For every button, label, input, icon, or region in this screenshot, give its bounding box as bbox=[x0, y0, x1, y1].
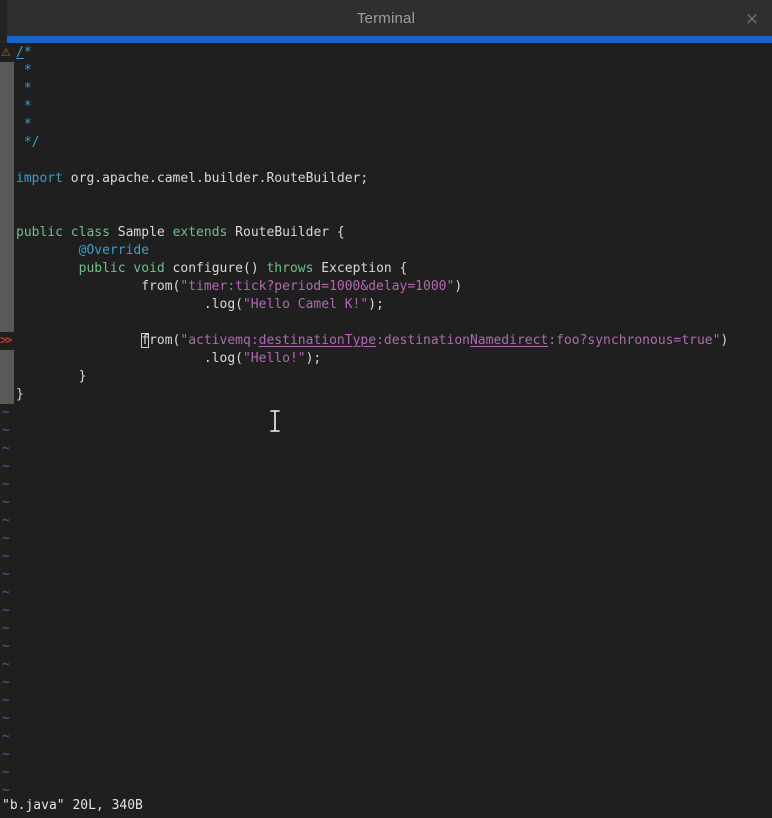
code-line[interactable]: ⚠/* bbox=[0, 44, 772, 62]
code-area[interactable]: ⚠/* * * * * */ import org.apache.camel.bu… bbox=[0, 44, 772, 404]
code-line[interactable]: from("timer:tick?period=1000&delay=1000"… bbox=[0, 278, 772, 296]
tilde-marker: ~ bbox=[0, 674, 772, 692]
sign-column bbox=[0, 260, 14, 278]
code-text: } bbox=[14, 386, 24, 404]
sign-column bbox=[0, 296, 14, 314]
sign-column bbox=[0, 98, 14, 116]
warning-sign-icon: ⚠ bbox=[0, 44, 14, 62]
code-text bbox=[14, 314, 16, 332]
code-line[interactable]: .log("Hello!"); bbox=[0, 350, 772, 368]
code-line[interactable]: public void configure() throws Exception… bbox=[0, 260, 772, 278]
vim-editor[interactable]: ⚠/* * * * * */ import org.apache.camel.bu… bbox=[0, 43, 772, 818]
code-text: * bbox=[14, 62, 32, 80]
tilde-marker: ~ bbox=[0, 692, 772, 710]
code-text bbox=[14, 206, 16, 224]
code-text bbox=[14, 188, 16, 206]
titlebar-accent-line bbox=[0, 36, 772, 43]
code-line[interactable]: >> from("activemq:destinationType:destin… bbox=[0, 332, 772, 350]
sign-column bbox=[0, 386, 14, 404]
tilde-marker: ~ bbox=[0, 746, 772, 764]
vim-cursor: f bbox=[141, 333, 149, 348]
tilde-marker: ~ bbox=[0, 476, 772, 494]
tilde-marker: ~ bbox=[0, 422, 772, 440]
sign-column bbox=[0, 170, 14, 188]
code-line[interactable]: */ bbox=[0, 134, 772, 152]
sign-column bbox=[0, 116, 14, 134]
code-text: * bbox=[14, 98, 32, 116]
error-sign-icon: >> bbox=[0, 332, 14, 350]
tilde-marker: ~ bbox=[0, 710, 772, 728]
code-line[interactable] bbox=[0, 188, 772, 206]
sign-column bbox=[0, 152, 14, 170]
tilde-marker: ~ bbox=[0, 728, 772, 746]
code-line[interactable] bbox=[0, 152, 772, 170]
code-text: /* bbox=[14, 44, 32, 62]
sign-column bbox=[0, 314, 14, 332]
code-line[interactable]: } bbox=[0, 386, 772, 404]
tilde-marker: ~ bbox=[0, 440, 772, 458]
code-text: .log("Hello Camel K!"); bbox=[14, 296, 384, 314]
vim-statusline: "b.java" 20L, 340B bbox=[2, 797, 143, 815]
code-text: from("activemq:destinationType:destinati… bbox=[14, 332, 728, 350]
tilde-marker: ~ bbox=[0, 584, 772, 602]
sign-column bbox=[0, 134, 14, 152]
tilde-marker: ~ bbox=[0, 602, 772, 620]
tilde-marker: ~ bbox=[0, 458, 772, 476]
code-line[interactable]: .log("Hello Camel K!"); bbox=[0, 296, 772, 314]
code-text: } bbox=[14, 368, 86, 386]
code-line[interactable]: * bbox=[0, 80, 772, 98]
code-text: @Override bbox=[14, 242, 149, 260]
code-text: from("timer:tick?period=1000&delay=1000"… bbox=[14, 278, 462, 296]
tilde-marker: ~ bbox=[0, 512, 772, 530]
code-line[interactable] bbox=[0, 314, 772, 332]
code-text: * bbox=[14, 116, 32, 134]
sign-column bbox=[0, 188, 14, 206]
code-text: * bbox=[14, 80, 32, 98]
sign-column bbox=[0, 242, 14, 260]
code-text: public void configure() throws Exception… bbox=[14, 260, 407, 278]
titlebar-left-edge bbox=[0, 0, 7, 43]
code-line[interactable]: * bbox=[0, 116, 772, 134]
code-line[interactable]: } bbox=[0, 368, 772, 386]
window-title: Terminal bbox=[357, 10, 415, 27]
tilde-marker: ~ bbox=[0, 620, 772, 638]
tilde-marker: ~ bbox=[0, 638, 772, 656]
sign-column bbox=[0, 206, 14, 224]
sign-column bbox=[0, 278, 14, 296]
code-line[interactable]: public class Sample extends RouteBuilder… bbox=[0, 224, 772, 242]
code-text: import org.apache.camel.builder.RouteBui… bbox=[14, 170, 368, 188]
code-text: */ bbox=[14, 134, 39, 152]
code-text bbox=[14, 152, 16, 170]
code-text: .log("Hello!"); bbox=[14, 350, 321, 368]
tilde-marker: ~ bbox=[0, 530, 772, 548]
titlebar[interactable]: Terminal × bbox=[0, 0, 772, 36]
code-line[interactable]: @Override bbox=[0, 242, 772, 260]
code-line[interactable] bbox=[0, 206, 772, 224]
tilde-marker: ~ bbox=[0, 548, 772, 566]
tilde-marker: ~ bbox=[0, 404, 772, 422]
tilde-marker: ~ bbox=[0, 494, 772, 512]
sign-column bbox=[0, 80, 14, 98]
code-line[interactable]: * bbox=[0, 62, 772, 80]
code-line[interactable]: import org.apache.camel.builder.RouteBui… bbox=[0, 170, 772, 188]
terminal-window: Terminal × ⚠/* * * * * */ import org.apac… bbox=[0, 0, 772, 818]
tilde-marker: ~ bbox=[0, 566, 772, 584]
empty-buffer-lines: ~~~~~~~~~~~~~~~~~~~~~~ bbox=[0, 404, 772, 800]
code-line[interactable]: * bbox=[0, 98, 772, 116]
sign-column bbox=[0, 368, 14, 386]
mouse-ibeam-cursor bbox=[268, 409, 282, 433]
tilde-marker: ~ bbox=[0, 764, 772, 782]
sign-column bbox=[0, 350, 14, 368]
close-icon[interactable]: × bbox=[740, 7, 764, 31]
code-text: public class Sample extends RouteBuilder… bbox=[14, 224, 345, 242]
sign-column bbox=[0, 224, 14, 242]
sign-column bbox=[0, 62, 14, 80]
tilde-marker: ~ bbox=[0, 656, 772, 674]
